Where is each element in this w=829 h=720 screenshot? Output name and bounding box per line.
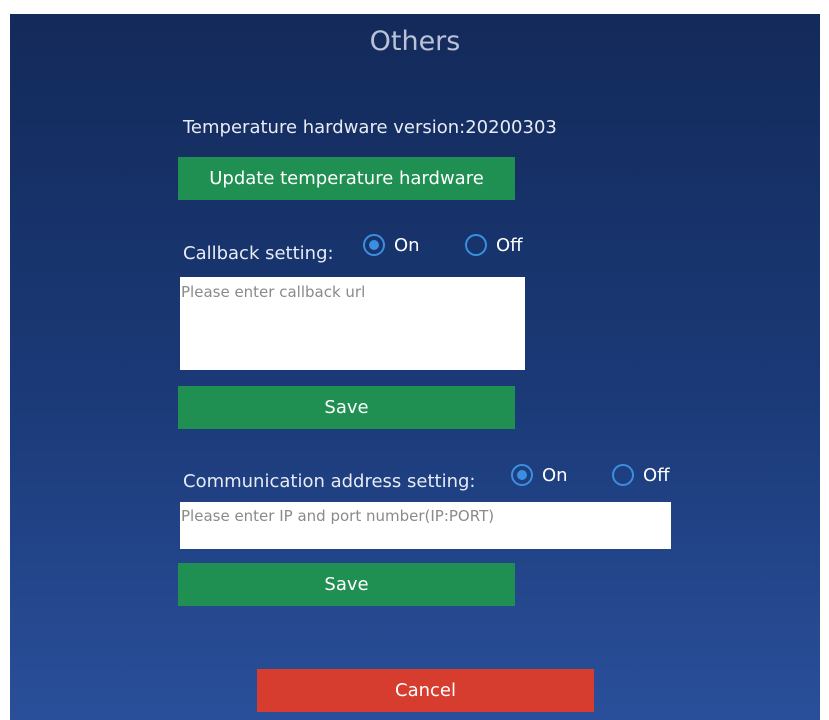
communication-on-label: On bbox=[542, 464, 568, 486]
communication-address-input[interactable] bbox=[180, 502, 671, 549]
communication-off-radio[interactable]: Off bbox=[612, 464, 670, 486]
callback-off-label: Off bbox=[496, 234, 523, 256]
communication-save-button[interactable]: Save bbox=[178, 563, 515, 606]
update-temperature-hardware-button[interactable]: Update temperature hardware bbox=[178, 157, 515, 200]
others-settings-panel: Others Temperature hardware version:2020… bbox=[10, 14, 820, 720]
callback-save-button[interactable]: Save bbox=[178, 386, 515, 429]
communication-off-label: Off bbox=[643, 464, 670, 486]
radio-checked-icon bbox=[511, 464, 533, 486]
radio-checked-icon bbox=[363, 234, 385, 256]
radio-unchecked-icon bbox=[612, 464, 634, 486]
callback-off-radio[interactable]: Off bbox=[465, 234, 523, 256]
cancel-button[interactable]: Cancel bbox=[257, 669, 594, 712]
communication-on-radio[interactable]: On bbox=[511, 464, 568, 486]
callback-on-radio[interactable]: On bbox=[363, 234, 420, 256]
communication-address-setting-label: Communication address setting: bbox=[183, 471, 476, 492]
page-title: Others bbox=[369, 26, 461, 57]
callback-url-input[interactable] bbox=[180, 277, 525, 370]
radio-unchecked-icon bbox=[465, 234, 487, 256]
callback-setting-label: Callback setting: bbox=[183, 243, 334, 264]
temperature-version-label: Temperature hardware version:20200303 bbox=[183, 117, 557, 138]
callback-on-label: On bbox=[394, 234, 420, 256]
